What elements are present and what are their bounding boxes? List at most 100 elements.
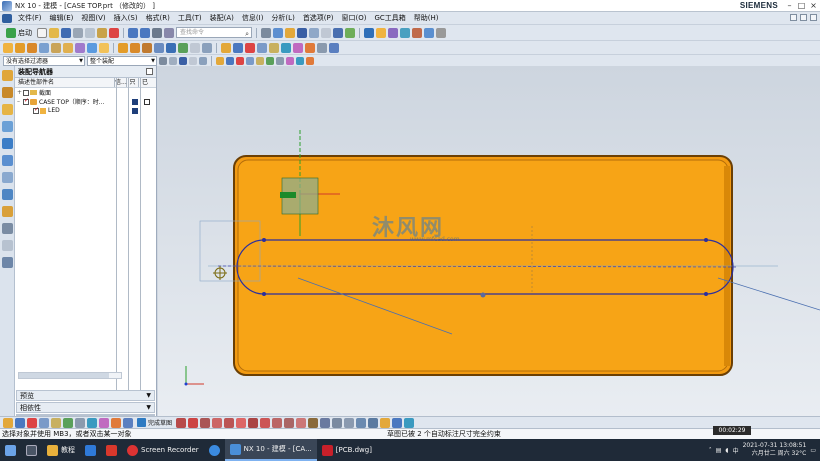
repeat-command-icon[interactable] — [152, 27, 162, 38]
taskbar-item-app[interactable] — [80, 439, 101, 461]
make-corner-icon[interactable] — [332, 417, 343, 428]
menu-file[interactable]: 文件(F) — [14, 13, 46, 23]
shaded-view-icon[interactable] — [285, 27, 295, 38]
minimize-button[interactable]: – — [785, 1, 794, 10]
menu-view[interactable]: 视图(V) — [77, 13, 109, 23]
move-face-icon[interactable] — [293, 42, 303, 53]
hole-icon[interactable] — [39, 42, 49, 53]
menu-preferences[interactable]: 首选项(P) — [299, 13, 338, 23]
menu-edit[interactable]: 编辑(E) — [46, 13, 78, 23]
sketch-point[interactable] — [704, 238, 708, 242]
pan-icon[interactable] — [75, 417, 85, 428]
datum-csys-icon[interactable] — [245, 42, 255, 53]
hd3d-tools-tab-icon[interactable] — [2, 138, 13, 149]
snap-control-point-icon[interactable] — [286, 56, 294, 65]
sketch-task-icon[interactable] — [3, 417, 13, 428]
menu-assembly[interactable]: 装配(A) — [206, 13, 238, 23]
extend-icon[interactable] — [320, 417, 331, 428]
paste-icon[interactable] — [97, 27, 107, 38]
reuse-library-tab-icon[interactable] — [2, 121, 13, 132]
mirror-feature-icon[interactable] — [178, 42, 188, 53]
constraint-icon[interactable] — [388, 27, 398, 38]
clock[interactable]: 2021-07-31 13:08:51 六月廿二 周六 32°C — [743, 442, 807, 458]
point-icon[interactable] — [260, 417, 271, 428]
sketch-point[interactable] — [480, 292, 486, 298]
datum-plane-icon[interactable] — [221, 42, 231, 53]
finish-sketch-button[interactable]: 完成草图 — [135, 418, 174, 427]
assembly-navigator-tab-icon[interactable] — [2, 70, 13, 81]
show-hide-icon[interactable] — [345, 27, 355, 38]
subtract-icon[interactable] — [87, 42, 97, 53]
revolve-icon[interactable] — [27, 42, 37, 53]
sketch-more-icon[interactable] — [404, 417, 415, 428]
polygon-icon[interactable] — [248, 417, 259, 428]
assembly-icon[interactable] — [364, 27, 374, 38]
snap-arc-center-icon[interactable] — [306, 56, 314, 65]
datum-csys-arrow[interactable] — [280, 192, 296, 198]
taskbar-item-autocad[interactable]: [PCB.dwg] — [317, 439, 377, 461]
snap-point-on-curve-icon[interactable] — [266, 56, 274, 65]
taskbar-item-browser[interactable] — [204, 439, 225, 461]
taskbar-item-nx[interactable]: NX 10 - 建模 - [CA... — [224, 439, 317, 461]
pocket-icon[interactable] — [63, 42, 73, 53]
navigator-menu-button[interactable] — [146, 68, 153, 75]
column-part-name[interactable]: 描述性部件名 — [15, 78, 115, 87]
draft-icon[interactable] — [154, 42, 164, 53]
start-menu-button[interactable] — [0, 439, 21, 461]
preview-panel[interactable]: 预览 ▼ — [16, 390, 155, 401]
snap-center-icon[interactable] — [236, 56, 244, 65]
command-search-input[interactable]: 查找命令 ⌕ — [176, 27, 252, 38]
doc-restore-button[interactable] — [800, 14, 807, 21]
measure-icon[interactable] — [317, 42, 327, 53]
unite-icon[interactable] — [75, 42, 85, 53]
explode-view-icon[interactable] — [424, 27, 434, 38]
web-browser-tab-icon[interactable] — [2, 155, 13, 166]
menu-format[interactable]: 格式(R) — [142, 13, 174, 23]
snap-quadrant-icon[interactable] — [256, 56, 264, 65]
shell-icon[interactable] — [142, 42, 152, 53]
network-icon[interactable]: ▤ — [716, 447, 722, 454]
fit-icon[interactable] — [87, 417, 97, 428]
cut-icon[interactable] — [73, 27, 83, 38]
volume-icon[interactable]: ◖ — [725, 447, 728, 454]
pattern-feature-icon[interactable] — [166, 42, 176, 53]
add-component-icon[interactable] — [376, 27, 386, 38]
sketch-options-icon[interactable] — [39, 417, 49, 428]
sketch-point[interactable] — [262, 238, 266, 242]
fit-view-icon[interactable] — [261, 27, 271, 38]
constraint-navigator-tab-icon[interactable] — [2, 87, 13, 98]
doc-minimize-button[interactable] — [790, 14, 797, 21]
rotate-icon[interactable] — [63, 417, 73, 428]
history-tab-icon[interactable] — [2, 172, 13, 183]
close-button[interactable]: × — [809, 1, 818, 10]
touch-mode-icon[interactable] — [164, 27, 174, 38]
line-icon[interactable] — [188, 417, 199, 428]
notification-icon[interactable]: ▭ — [810, 447, 816, 454]
scrollbar-thumb[interactable] — [19, 373, 109, 378]
snap-endpoint-icon[interactable] — [216, 56, 224, 65]
visibility-checkbox[interactable] — [23, 89, 29, 96]
feature-selection-icon[interactable] — [179, 56, 187, 65]
circle-icon[interactable] — [212, 417, 223, 428]
general-selection-icon[interactable] — [159, 56, 167, 65]
show-constraints-icon[interactable] — [368, 417, 379, 428]
sketch-point[interactable] — [262, 292, 266, 296]
redo-icon[interactable] — [140, 27, 150, 38]
sketch-icon[interactable] — [3, 42, 13, 53]
maximize-button[interactable]: □ — [797, 1, 806, 10]
menu-help[interactable]: 帮助(H) — [410, 13, 443, 23]
geometric-constraint-icon[interactable] — [356, 417, 367, 428]
auto-constraint-icon[interactable] — [380, 417, 391, 428]
tree-row-led[interactable]: LED — [15, 106, 156, 115]
select-all-icon[interactable] — [169, 56, 177, 65]
task-view-button[interactable] — [21, 439, 42, 461]
snap-existing-point-icon[interactable] — [296, 56, 304, 65]
start-button[interactable]: 启动 — [3, 27, 35, 38]
save-icon[interactable] — [61, 27, 71, 38]
fillet-icon[interactable] — [224, 417, 235, 428]
convert-to-reference-icon[interactable] — [392, 417, 403, 428]
offset-face-icon[interactable] — [257, 42, 267, 53]
more-tab-icon[interactable] — [2, 257, 13, 268]
roles-tab-icon[interactable] — [2, 223, 13, 234]
part-navigator-tab-icon[interactable] — [2, 104, 13, 115]
